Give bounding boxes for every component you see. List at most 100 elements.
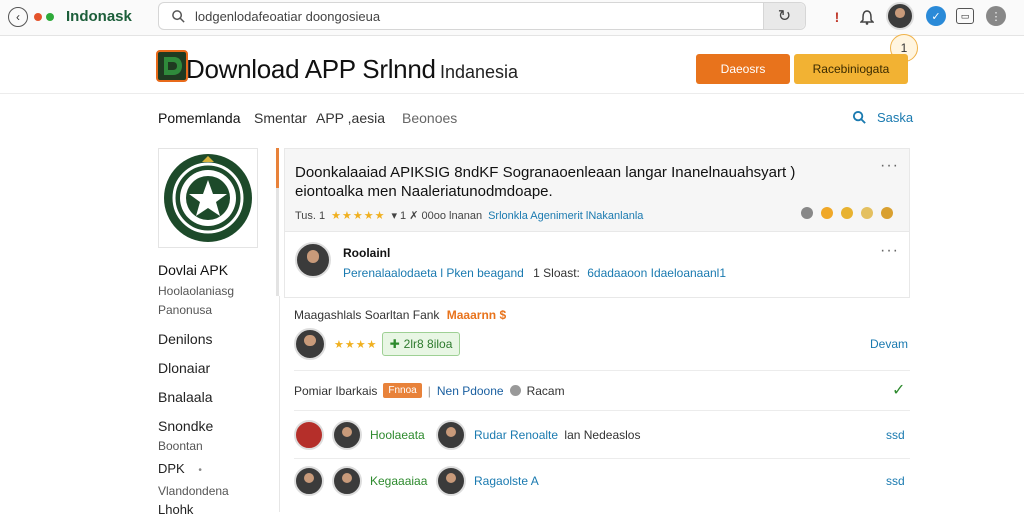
bell-icon[interactable] xyxy=(858,6,876,28)
sidebar-item-3[interactable]: Bnalaala xyxy=(158,389,213,405)
app-title-line-2: eiontoalka men Naaleriatunodmdoape. xyxy=(295,183,553,200)
divider xyxy=(279,296,280,512)
sidebar-subtitle-2: Panonusa xyxy=(158,303,213,317)
like-reaction-icon[interactable] xyxy=(881,207,893,219)
list-item-avatar-2[interactable] xyxy=(436,466,466,496)
sidebar-last[interactable]: Lhohk xyxy=(158,502,193,517)
user-avatar[interactable] xyxy=(886,2,914,30)
app-title: Doonkalaaiad APIKSIG 8ndKF Sogranaoenlea… xyxy=(295,163,875,201)
sidebar-item-1[interactable]: Denilons xyxy=(158,331,212,347)
divider xyxy=(294,410,910,411)
publisher-link-2[interactable]: 6dadaaoon Idaeloanaanl1 xyxy=(587,266,726,280)
separator: | xyxy=(427,383,431,398)
smile-reaction-icon[interactable] xyxy=(821,207,833,219)
browser-site-label: Indonask xyxy=(66,8,132,25)
app-card: Doonkalaaiad APIKSIG 8ndKF Sogranaoenlea… xyxy=(284,148,910,232)
list-item-avatar[interactable] xyxy=(294,466,324,496)
window-icon[interactable]: ▭ xyxy=(956,8,974,24)
list-item-action[interactable]: ssd xyxy=(886,428,905,442)
sidebar-dpk[interactable]: DPK • xyxy=(158,461,202,476)
info-label: Pomiar Ibarkais xyxy=(294,383,378,398)
laugh-reaction-icon[interactable] xyxy=(841,207,853,219)
status-dot-icon xyxy=(46,13,54,21)
devam-link[interactable]: Devam xyxy=(870,337,908,351)
sidebar-subtitle: Hoolaolaniasg xyxy=(158,284,235,298)
nav-item-2[interactable]: Smentar xyxy=(254,110,307,126)
rating-chip-text: 2lr8 8iloa xyxy=(403,337,453,351)
list-item-name[interactable]: Kegaaaiaa xyxy=(370,474,427,488)
list-item-name[interactable]: Hoolaeata xyxy=(370,428,425,442)
rating-stars: ★★★★ xyxy=(334,339,378,351)
extension-icon[interactable]: ✓ xyxy=(926,6,946,26)
list-item-link[interactable]: Ragaolste A xyxy=(474,474,539,488)
wow-reaction-icon[interactable] xyxy=(861,207,873,219)
info-link[interactable]: Nen Pdoone xyxy=(437,384,504,398)
sidebar-dpk-label: DPK xyxy=(158,461,185,476)
check-icon[interactable]: ✓ xyxy=(892,380,905,400)
menu-icon[interactable]: ⋮ xyxy=(986,6,1006,26)
site-title: Download APP Srlnnd xyxy=(186,54,436,84)
info-row: Pomiar Ibarkais Fnnoa | Nen Pdoone Racam xyxy=(294,383,565,398)
reactions xyxy=(801,207,893,219)
divider xyxy=(294,458,910,459)
reviewer-avatar[interactable] xyxy=(294,328,326,360)
list-item-link[interactable]: Rudar Renoalte xyxy=(474,428,558,442)
search-link[interactable]: Saska xyxy=(852,110,913,125)
rating-stars: ★★★★★ xyxy=(331,210,386,222)
sidebar-item-4[interactable]: Snondke xyxy=(158,418,213,434)
logo-icon xyxy=(156,50,188,82)
divider xyxy=(294,370,910,371)
sidebar-sub-3: Boontan xyxy=(158,439,203,453)
nav-item-home[interactable]: Pomemlanda xyxy=(158,110,241,126)
emblem-icon xyxy=(164,154,252,242)
app-title-line-1: Doonkalaaiad APIKSIG 8ndKF Sogranaoenlea… xyxy=(295,164,796,181)
list-item-avatar[interactable] xyxy=(332,466,362,496)
publisher-block: Roolainl Perenalaalodaeta l Pken beagand… xyxy=(284,232,910,298)
list-item-icon[interactable] xyxy=(294,420,324,450)
more-icon[interactable]: ··· xyxy=(880,157,899,175)
info-chip[interactable]: Fnnoa xyxy=(383,383,422,398)
list-item-avatar-2[interactable] xyxy=(436,420,466,450)
site-header: Download APP Srlnnd Indanesia Daeosrs Ra… xyxy=(0,40,1024,94)
sidebar-item-2[interactable]: Dlonaiar xyxy=(158,360,210,376)
rating-label: Maagashlals Soarltan Fank xyxy=(294,308,440,322)
sidebar-title: Dovlai APK xyxy=(158,262,229,278)
publisher-details: Perenalaalodaeta l Pken beagand 1 Sloast… xyxy=(343,266,726,280)
browser-toolbar: ‹ Indonask lodgenlodafeoatiar doongosieu… xyxy=(0,0,1024,36)
rating-chip[interactable]: ✚ 2lr8 8iloa xyxy=(382,332,460,356)
developer-link[interactable]: Srlonkla Agenimerit lNakanlanla xyxy=(488,210,643,222)
search-icon xyxy=(172,10,185,23)
back-icon[interactable]: ‹ xyxy=(8,7,28,27)
publisher-link[interactable]: Perenalaalodaeta l Pken beagand xyxy=(343,266,524,280)
primary-header-button[interactable]: Daeosrs xyxy=(696,54,790,84)
search-label: Saska xyxy=(877,110,914,125)
info-icon xyxy=(509,385,521,396)
app-logo xyxy=(158,148,258,248)
gear-reaction-icon[interactable] xyxy=(801,207,813,219)
list-item-desc: Rudar Renoalte lan Nedeaslos xyxy=(474,428,640,442)
sidebar-sub-4: Vlandondena xyxy=(158,484,229,498)
publisher-name[interactable]: Roolainl xyxy=(343,246,390,260)
info-tail: Racam xyxy=(526,383,565,398)
nav-item-4[interactable]: Beonoes xyxy=(402,110,457,126)
rating-highlight: Maaarnn $ xyxy=(446,308,507,322)
list-item-desc: Ragaolste A xyxy=(474,474,539,488)
list-item-avatar[interactable] xyxy=(332,420,362,450)
site-country: Indanesia xyxy=(440,62,519,82)
publisher-avatar[interactable] xyxy=(295,242,331,278)
nav-item-3[interactable]: APP ,aesia xyxy=(316,110,385,126)
pin-icon[interactable]: ! xyxy=(828,6,846,28)
secondary-header-button[interactable]: Racebiniogata xyxy=(794,54,908,84)
reload-icon[interactable]: ↻ xyxy=(763,3,805,29)
address-bar[interactable]: lodgenlodafeoatiar doongosieua ↻ xyxy=(158,2,806,30)
search-icon xyxy=(852,110,866,124)
record-dot-icon xyxy=(34,13,42,21)
meta-prefix: Tus. 1 xyxy=(295,209,326,222)
divider-accent xyxy=(276,148,279,188)
list-item-action[interactable]: ssd xyxy=(886,474,905,488)
app-meta: Tus. 1 ★★★★★ ▾ 1 ✗ 00oo lnanan Srlonkla … xyxy=(295,209,643,223)
plus-icon: ✚ xyxy=(389,337,400,351)
rating-row-label: Maagashlals Soarltan Fank Maaarnn $ xyxy=(294,308,506,322)
publisher-label: 1 Sloast: xyxy=(533,266,580,280)
more-icon[interactable]: ··· xyxy=(880,242,899,260)
